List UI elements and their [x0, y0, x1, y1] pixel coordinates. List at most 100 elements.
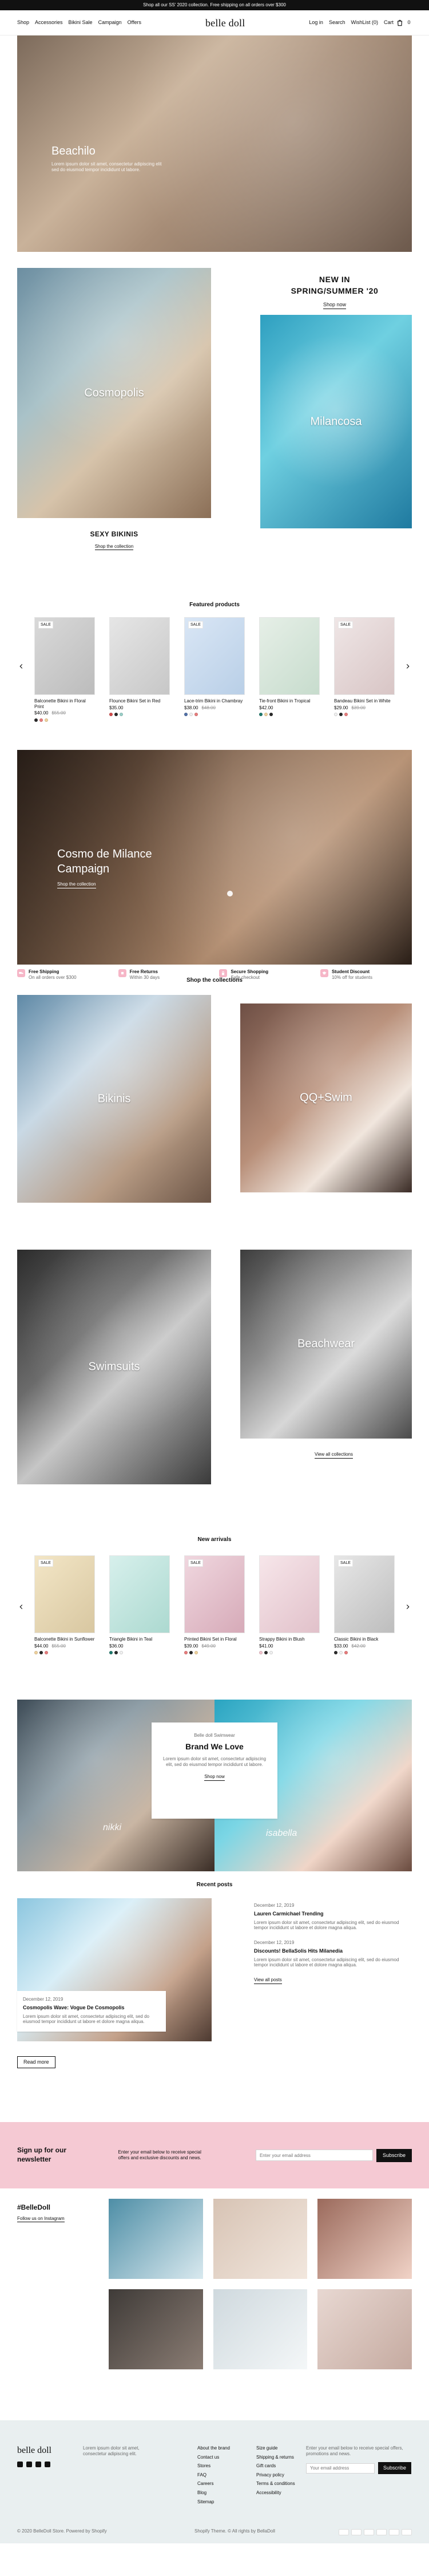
- swatch[interactable]: [109, 1651, 113, 1655]
- swatch[interactable]: [264, 713, 268, 717]
- swatch[interactable]: [114, 1651, 118, 1655]
- pinterest-icon[interactable]: [35, 2462, 41, 2467]
- swatch[interactable]: [344, 713, 348, 717]
- new-in-right-image[interactable]: Milancosa: [260, 315, 412, 528]
- nav-item-accessories[interactable]: Accessories: [35, 19, 63, 26]
- footer-link[interactable]: Terms & conditions: [256, 2481, 325, 2487]
- swatch[interactable]: [339, 713, 343, 717]
- swatch[interactable]: [184, 1651, 188, 1655]
- social-tile[interactable]: [109, 2199, 203, 2279]
- nav-item-campaign[interactable]: Campaign: [98, 19, 122, 26]
- featured-next-arrow[interactable]: [404, 662, 412, 670]
- swatch[interactable]: [184, 713, 188, 717]
- footer-email-input[interactable]: [306, 2463, 375, 2474]
- footer-link[interactable]: Sitemap: [197, 2499, 266, 2505]
- nav-item-bikini-sale[interactable]: Bikini Sale: [69, 19, 93, 26]
- footer-subscribe-button[interactable]: Subscribe: [378, 2462, 412, 2475]
- swatch[interactable]: [259, 1651, 263, 1655]
- social-tile[interactable]: [317, 2289, 412, 2369]
- swatch[interactable]: [194, 1651, 198, 1655]
- footer-link[interactable]: Stores: [197, 2463, 266, 2469]
- new-arrivals-next-arrow[interactable]: [404, 1603, 412, 1611]
- new-in-cta[interactable]: Shop now: [323, 302, 347, 310]
- social-tile[interactable]: [213, 2199, 308, 2279]
- footer-link[interactable]: Blog: [197, 2490, 266, 2496]
- collections-all-link[interactable]: View all collections: [315, 1452, 353, 1459]
- featured-prev-arrow[interactable]: [17, 662, 25, 670]
- footer-link[interactable]: Contact us: [197, 2455, 266, 2460]
- new-in-left-image[interactable]: Cosmopolis: [17, 268, 211, 518]
- recent-post-right-item[interactable]: December 12, 2019 Lauren Carmichael Tren…: [254, 1903, 412, 1940]
- nav-item-shop[interactable]: Shop: [17, 19, 29, 26]
- swatch[interactable]: [34, 1651, 38, 1655]
- new-arrival-card[interactable]: Strappy Bikini in Blush $41.00: [259, 1555, 320, 1655]
- recent-post-right-item[interactable]: December 12, 2019 Discounts! BellaSolis …: [254, 1940, 412, 1968]
- social-tile[interactable]: [317, 2199, 412, 2279]
- swatch[interactable]: [264, 1651, 268, 1655]
- social-tile[interactable]: [213, 2289, 308, 2369]
- wishlist-link[interactable]: WishList (0): [351, 19, 378, 26]
- twitter-icon[interactable]: [45, 2462, 50, 2467]
- social-follow-link[interactable]: Follow us on Instagram: [17, 2216, 65, 2223]
- new-arrival-card[interactable]: SALE Classic Bikini in Black $33.00 $42.…: [334, 1555, 395, 1655]
- swatch[interactable]: [34, 718, 38, 722]
- swatch[interactable]: [39, 1651, 43, 1655]
- recent-posts-all-link[interactable]: View all posts: [254, 1977, 282, 1984]
- campaign-link[interactable]: Shop the collection: [57, 882, 96, 888]
- footer-link[interactable]: Careers: [197, 2481, 266, 2487]
- newsletter-subscribe-button[interactable]: Subscribe: [376, 2148, 412, 2162]
- swatch[interactable]: [120, 1651, 123, 1655]
- featured-product-card[interactable]: Flounce Bikini Set in Red $35.00: [109, 617, 170, 722]
- swatch[interactable]: [269, 1651, 273, 1655]
- footer-link[interactable]: Accessibility: [256, 2490, 325, 2496]
- swatch[interactable]: [194, 713, 198, 717]
- nav-item-offers[interactable]: Offers: [128, 19, 141, 26]
- swatch[interactable]: [39, 718, 43, 722]
- footer-col-1: About the brand Contact us Stores FAQ Ca…: [197, 2445, 266, 2504]
- swatch[interactable]: [114, 713, 118, 717]
- swatch[interactable]: [259, 713, 263, 717]
- new-arrivals-grid: SALE Balconette Bikini in Sunflower $44.…: [34, 1555, 395, 1655]
- recent-post-left[interactable]: December 12, 2019 Cosmopolis Wave: Vogue…: [17, 1898, 212, 2068]
- swatch[interactable]: [334, 1651, 337, 1655]
- social-tile[interactable]: [109, 2289, 203, 2369]
- footer-link[interactable]: About the brand: [197, 2445, 266, 2451]
- new-arrival-card[interactable]: Triangle Bikini in Teal $36.00: [109, 1555, 170, 1655]
- featured-product-card[interactable]: SALE Bandeau Bikini Set in White $29.00 …: [334, 617, 395, 722]
- collection-card[interactable]: QQ+Swim: [240, 1003, 412, 1192]
- featured-product-card[interactable]: Tie-front Bikini in Tropical $42.00: [259, 617, 320, 722]
- new-arrivals-prev-arrow[interactable]: [17, 1603, 25, 1611]
- collection-card[interactable]: Beachwear: [240, 1250, 412, 1439]
- sexy-bikinis-link[interactable]: Shop the collection: [94, 544, 134, 551]
- login-link[interactable]: Log in: [309, 19, 323, 26]
- swatch[interactable]: [344, 1651, 348, 1655]
- swatch[interactable]: [339, 1651, 343, 1655]
- campaign-text: Cosmo de Milance Campaign Shop the colle…: [57, 847, 152, 888]
- search-link[interactable]: Search: [329, 19, 345, 26]
- swatch[interactable]: [45, 718, 48, 722]
- featured-product-price: $35.00: [109, 705, 124, 710]
- swatch[interactable]: [269, 713, 273, 717]
- featured-product-card[interactable]: SALE Balconette Bikini in Floral Print $…: [34, 617, 95, 722]
- footer-logo[interactable]: belle doll: [17, 2445, 80, 2456]
- read-more-button[interactable]: Read more: [17, 2056, 55, 2068]
- swatch[interactable]: [189, 1651, 193, 1655]
- featured-product-card[interactable]: SALE Lace-trim Bikini in Chambray $38.00…: [184, 617, 245, 722]
- swatch[interactable]: [189, 713, 193, 717]
- swatch[interactable]: [45, 1651, 48, 1655]
- collection-card[interactable]: Bikinis: [17, 995, 211, 1203]
- collection-card[interactable]: Swimsuits: [17, 1250, 211, 1484]
- newsletter-email-input[interactable]: [255, 2150, 373, 2161]
- brand-logo[interactable]: belle doll: [205, 17, 245, 29]
- brand-button[interactable]: Shop now: [204, 1774, 225, 1781]
- facebook-icon[interactable]: [17, 2462, 23, 2467]
- new-arrival-card[interactable]: SALE Printed Bikini Set in Floral $39.00…: [184, 1555, 245, 1655]
- instagram-icon[interactable]: [26, 2462, 32, 2467]
- swatch[interactable]: [109, 713, 113, 717]
- footer-link[interactable]: FAQ: [197, 2472, 266, 2478]
- new-arrival-card[interactable]: SALE Balconette Bikini in Sunflower $44.…: [34, 1555, 95, 1655]
- swatch[interactable]: [120, 713, 123, 717]
- cart-link[interactable]: Cart 0: [384, 19, 412, 27]
- swatch[interactable]: [334, 713, 337, 717]
- campaign-image[interactable]: Cosmo de Milance Campaign Shop the colle…: [17, 750, 412, 965]
